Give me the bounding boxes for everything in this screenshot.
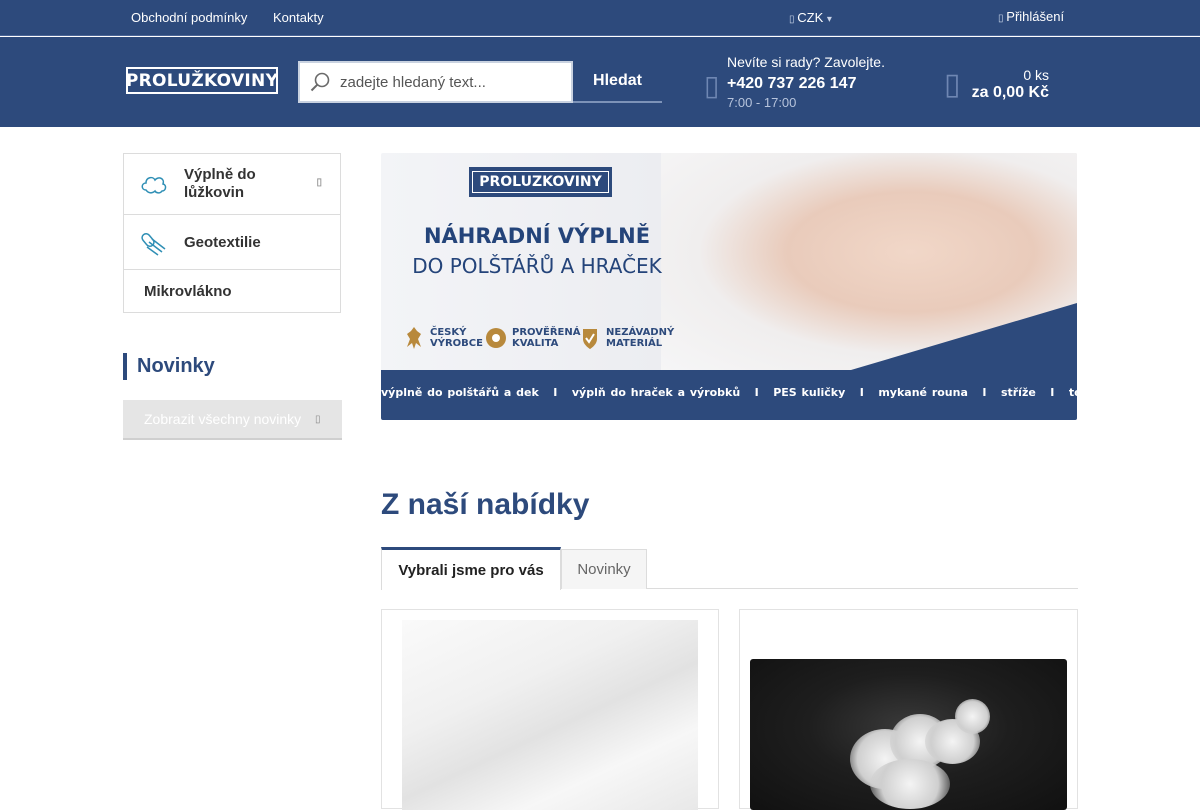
banner-wedge	[851, 303, 1077, 370]
cloud-icon	[124, 172, 184, 196]
badge-czech-producer: ČESKÝ VÝROBCE	[403, 325, 483, 351]
search-input[interactable]	[340, 64, 565, 100]
chevron-right-icon: ▯	[316, 177, 322, 188]
cart-count[interactable]: 0 ks	[1023, 67, 1049, 83]
chevron-down-icon: ▾	[826, 14, 832, 25]
chevron-right-icon: ▯	[315, 414, 321, 425]
check-shield-icon	[579, 325, 601, 351]
category-menu: Výplně do lůžkovin ▯ Geotextilie Mikrovl…	[123, 153, 341, 313]
hero-banner[interactable]: PROLUZKOVINY NÁHRADNÍ VÝPLNĚ DO POLŠTÁŘŮ…	[381, 153, 1077, 420]
search-button[interactable]: Hledat	[573, 61, 662, 103]
category-label: Mikrovlákno	[144, 282, 232, 300]
category-label: Geotextilie	[184, 233, 261, 251]
product-card[interactable]	[381, 609, 719, 810]
search-icon	[300, 63, 340, 101]
banner-subtitle: DO POLŠTÁŘŮ A HRAČEK	[412, 254, 662, 278]
textile-roll-icon	[124, 228, 184, 256]
offer-tabs: Vybrali jsme pro vás Novinky	[381, 547, 1078, 590]
badge-safe-material: NEZÁVADNÝ MATERIÁL	[579, 325, 674, 351]
terms-link[interactable]: Obchodní podmínky	[131, 10, 247, 25]
category-mikrovlakno[interactable]: Mikrovlákno	[124, 270, 340, 312]
logo[interactable]: PROLUŽKOVINY	[126, 67, 278, 94]
tab-news[interactable]: Novinky	[561, 549, 647, 589]
cart-icon[interactable]: ▯	[944, 67, 961, 102]
product-image-fabric[interactable]	[402, 620, 698, 810]
badge-quality: PROVĚŘENÁ KVALITA	[485, 325, 580, 351]
contacts-link[interactable]: Kontakty	[273, 10, 324, 25]
category-vyplne[interactable]: Výplně do lůžkovin ▯	[124, 154, 340, 215]
currency-selector[interactable]: ▯ CZK ▾	[789, 10, 832, 25]
product-image-fiber[interactable]	[750, 659, 1067, 810]
login-label: Přihlášení	[1006, 9, 1065, 24]
medal-icon	[485, 325, 507, 351]
offer-heading: Z naší nabídky	[381, 488, 590, 521]
news-heading: Novinky	[123, 353, 215, 380]
show-all-label: Zobrazit všechny novinky	[144, 411, 302, 427]
lion-icon	[403, 325, 425, 351]
help-text: Nevíte si rady? Zavolejte.	[727, 54, 885, 70]
banner-title: NÁHRADNÍ VÝPLNĚ	[423, 224, 651, 248]
tab-recommended[interactable]: Vybrali jsme pro vás	[381, 547, 561, 590]
phone-icon: ▯	[704, 70, 720, 101]
search-box	[298, 61, 573, 103]
opening-hours: 7:00 - 17:00	[727, 95, 797, 110]
product-card[interactable]	[739, 609, 1078, 810]
show-all-news-button[interactable]: Zobrazit všechny novinky ▯	[123, 400, 342, 440]
banner-logo: PROLUZKOVINY	[469, 167, 612, 197]
category-label: Výplně do lůžkovin	[184, 166, 256, 201]
top-bar: Obchodní podmínky Kontakty ▯ CZK ▾ ▯ Při…	[0, 0, 1200, 36]
login-link[interactable]: ▯ Přihlášení	[998, 9, 1064, 24]
phone-number[interactable]: +420 737 226 147	[727, 75, 856, 93]
cart-total[interactable]: za 0,00 Kč	[972, 84, 1049, 102]
banner-category-list: výplně do polštářů a dek I výplň do hrač…	[381, 386, 1077, 399]
currency-label: CZK	[797, 10, 824, 25]
header: PROLUŽKOVINY Hledat ▯ Nevíte si rady? Za…	[0, 37, 1200, 127]
category-geotextilie[interactable]: Geotextilie	[124, 215, 340, 270]
